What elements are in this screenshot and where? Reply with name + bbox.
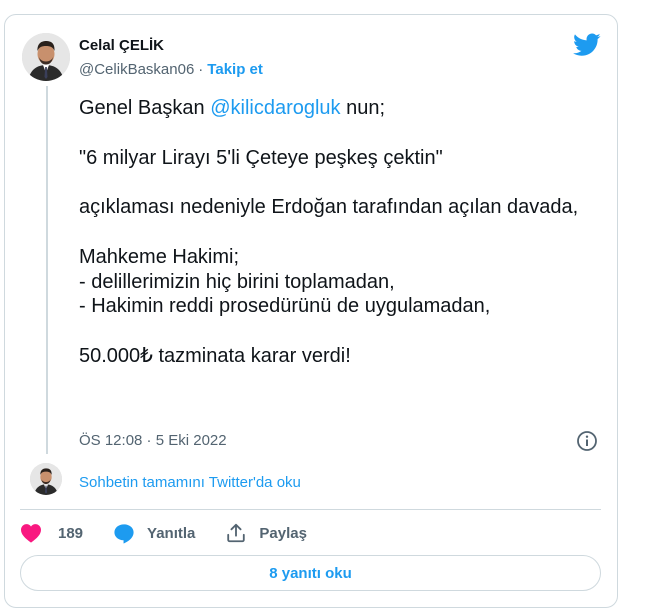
- twitter-bird-icon[interactable]: [573, 33, 601, 62]
- read-replies-button[interactable]: 8 yanıtı oku: [20, 555, 601, 591]
- thread-connector: [46, 86, 48, 454]
- heart-icon: [21, 524, 41, 543]
- reply-label: Yanıtla: [147, 524, 196, 542]
- tweet-timestamp[interactable]: ÖS 12:08 · 5 Eki 2022: [79, 432, 227, 449]
- like-button[interactable]: 189: [20, 523, 113, 543]
- read-replies-label: 8 yanıtı oku: [269, 564, 352, 582]
- author-handle[interactable]: @CelikBaskan06: [79, 61, 194, 78]
- author-handle-row: @CelikBaskan06 · Takip et: [79, 61, 263, 78]
- like-count: 189: [58, 524, 84, 542]
- author-avatar[interactable]: [22, 33, 70, 81]
- share-icon: [227, 523, 246, 543]
- tweet-text: Genel Başkan @kilicdarogluk nun; "6 mily…: [79, 96, 579, 369]
- share-label: Paylaş: [259, 524, 307, 542]
- info-icon[interactable]: [576, 430, 598, 457]
- share-button[interactable]: Paylaş: [225, 522, 307, 544]
- follow-button[interactable]: Takip et: [207, 61, 263, 78]
- tweet-text-body: "6 milyar Lirayı 5'li Çeteye peşkeş çekt…: [79, 146, 579, 367]
- reply-bubble-icon: [114, 523, 134, 544]
- tweet-text-prefix: Genel Başkan: [79, 97, 211, 119]
- reply-button[interactable]: Yanıtla: [113, 523, 195, 544]
- actions-divider: [20, 509, 601, 510]
- action-bar: 189 Yanıtla Paylaş: [20, 520, 307, 546]
- mention-link[interactable]: @kilicdarogluk: [210, 97, 340, 119]
- thread-avatar[interactable]: [30, 463, 62, 495]
- author-name[interactable]: Celal ÇELİK: [79, 37, 164, 54]
- read-conversation-link[interactable]: Sohbetin tamamını Twitter'da oku: [79, 474, 301, 491]
- separator-dot: ·: [198, 61, 204, 78]
- tweet-text-suffix: nun;: [340, 97, 386, 119]
